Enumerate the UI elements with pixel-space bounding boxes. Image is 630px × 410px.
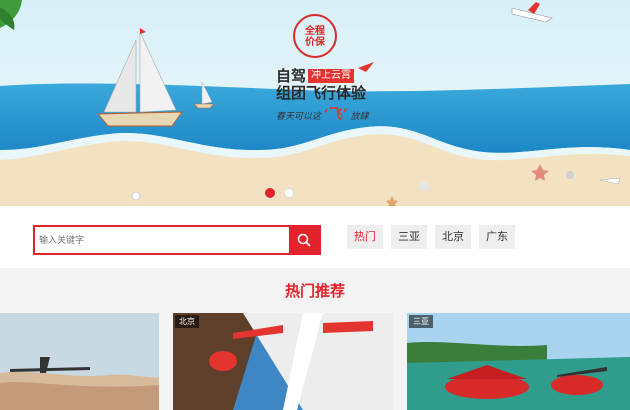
- card-label-2: 北京: [175, 315, 199, 328]
- hero-banner[interactable]: 全程 价保 自驾 冲上云霄 组团飞行体验 春天可以这 ‘飞’ 放肆: [0, 0, 630, 206]
- card-image-2: [173, 313, 393, 410]
- recommend-card-2[interactable]: 北京: [173, 313, 393, 410]
- headline-line1: 自驾: [276, 68, 307, 85]
- subline-text: 春天可以这: [276, 112, 322, 122]
- subline-accent: ‘飞’: [323, 107, 348, 123]
- stamp-text: 全程 价保: [305, 26, 325, 48]
- recommendation-cards: 北京 三亚: [0, 313, 630, 410]
- carousel-dot-1[interactable]: [265, 188, 275, 198]
- tag-beijing[interactable]: 北京: [435, 225, 471, 249]
- search-icon: [297, 233, 311, 247]
- search-input[interactable]: [39, 231, 289, 249]
- headline-tag: 冲上云霄: [308, 69, 355, 83]
- city-tags: 热门 三亚 北京 广东: [347, 225, 515, 249]
- search-box: [33, 225, 321, 255]
- search-bar-section: [0, 206, 630, 268]
- section-title: 热门推荐: [284, 283, 345, 300]
- banner-headline: 自驾 冲上云霄 组团飞行体验: [276, 68, 366, 102]
- card-image-1: [0, 313, 159, 410]
- headline-line2: 组团飞行体验: [276, 85, 367, 102]
- card-label-3: 三亚: [409, 315, 433, 328]
- recommend-card-1[interactable]: [0, 313, 159, 410]
- subline-end: 放肆: [350, 112, 369, 122]
- tag-guangdong[interactable]: 广东: [479, 225, 515, 249]
- card-image-3: [407, 313, 630, 410]
- page: 全程 价保 自驾 冲上云霄 组团飞行体验 春天可以这 ‘飞’ 放肆 输入关键字 …: [0, 0, 630, 410]
- tag-sanya[interactable]: 三亚: [391, 225, 427, 249]
- price-guarantee-stamp: 全程 价保: [293, 14, 337, 58]
- banner-subline: 春天可以这 ‘飞’ 放肆: [276, 104, 369, 124]
- carousel-dots: [265, 188, 294, 198]
- tag-hot[interactable]: 热门: [347, 225, 383, 249]
- recommend-card-3[interactable]: 三亚: [407, 313, 630, 410]
- search-button[interactable]: [289, 227, 319, 253]
- carousel-dot-2[interactable]: [284, 188, 294, 198]
